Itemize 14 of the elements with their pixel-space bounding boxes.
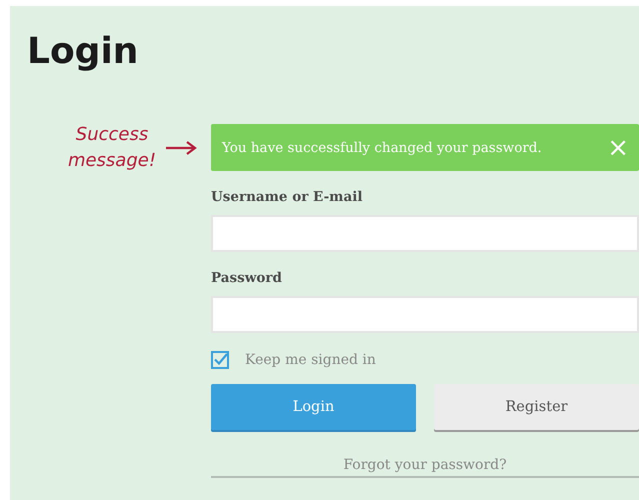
- password-field[interactable]: [211, 296, 639, 333]
- field-label: Username or E-mail: [211, 189, 364, 205]
- checkbox[interactable]: [211, 351, 229, 369]
- page-title: Login: [27, 30, 140, 74]
- username-field[interactable]: [211, 215, 639, 252]
- close-button[interactable]: ×: [603, 134, 633, 160]
- arrow-icon: [165, 141, 197, 155]
- login-button[interactable]: Login: [211, 384, 416, 430]
- alert-message: You have successfully changed your password.: [222, 140, 542, 156]
- checkbox-label: Keep me signed in: [245, 352, 376, 368]
- register-button[interactable]: Register: [434, 384, 639, 430]
- annotation-text: Success message!: [67, 123, 157, 173]
- forgot-password-link[interactable]: Forgot your password?: [343, 457, 507, 473]
- field-label: Password: [211, 270, 283, 286]
